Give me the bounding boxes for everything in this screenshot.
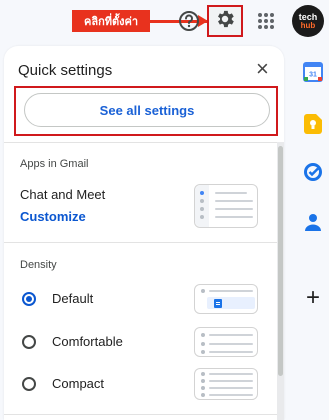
gear-icon xyxy=(214,8,236,35)
panel-title: Quick settings xyxy=(18,62,113,79)
customize-link[interactable]: Customize xyxy=(20,209,86,224)
help-icon[interactable] xyxy=(176,8,202,34)
density-option-default[interactable]: Default xyxy=(20,291,190,309)
density-option-compact[interactable]: Compact xyxy=(20,376,190,394)
calendar-icon[interactable]: 31 xyxy=(303,62,323,82)
add-icon[interactable]: + xyxy=(300,284,326,311)
apps-grid-icon[interactable] xyxy=(256,11,276,31)
density-comfortable-label: Comfortable xyxy=(52,334,123,349)
radio-compact[interactable] xyxy=(22,377,36,391)
divider xyxy=(4,242,278,243)
scrollbar-thumb[interactable] xyxy=(278,146,283,376)
density-option-comfortable[interactable]: Comfortable xyxy=(20,334,190,352)
density-heading: Density xyxy=(20,259,57,271)
quick-settings-panel: Quick settings × See all settings Apps i… xyxy=(4,46,284,420)
radio-default[interactable] xyxy=(22,292,36,306)
chat-meet-preview xyxy=(194,184,258,228)
chat-and-meet-label: Chat and Meet xyxy=(20,187,106,202)
keep-icon[interactable] xyxy=(304,114,322,134)
divider xyxy=(4,142,278,143)
close-icon[interactable]: × xyxy=(256,58,269,80)
apps-section-heading: Apps in Gmail xyxy=(20,158,89,170)
see-all-settings-button[interactable]: See all settings xyxy=(24,93,270,127)
contacts-icon[interactable] xyxy=(304,212,322,232)
default-density-preview xyxy=(194,284,258,314)
annotation-label: คลิกที่ตั้งค่า xyxy=(72,10,150,32)
compact-density-preview xyxy=(194,368,258,400)
svg-text:31: 31 xyxy=(309,72,317,79)
density-compact-label: Compact xyxy=(52,376,105,391)
avatar-text-line2: hub xyxy=(300,20,316,30)
divider xyxy=(4,414,278,415)
comfortable-density-preview xyxy=(194,327,258,357)
tasks-icon[interactable] xyxy=(303,162,323,182)
density-default-label: Default xyxy=(52,291,94,306)
settings-button[interactable] xyxy=(207,5,243,37)
avatar[interactable]: tech hub xyxy=(292,5,324,37)
radio-comfortable[interactable] xyxy=(22,335,36,349)
